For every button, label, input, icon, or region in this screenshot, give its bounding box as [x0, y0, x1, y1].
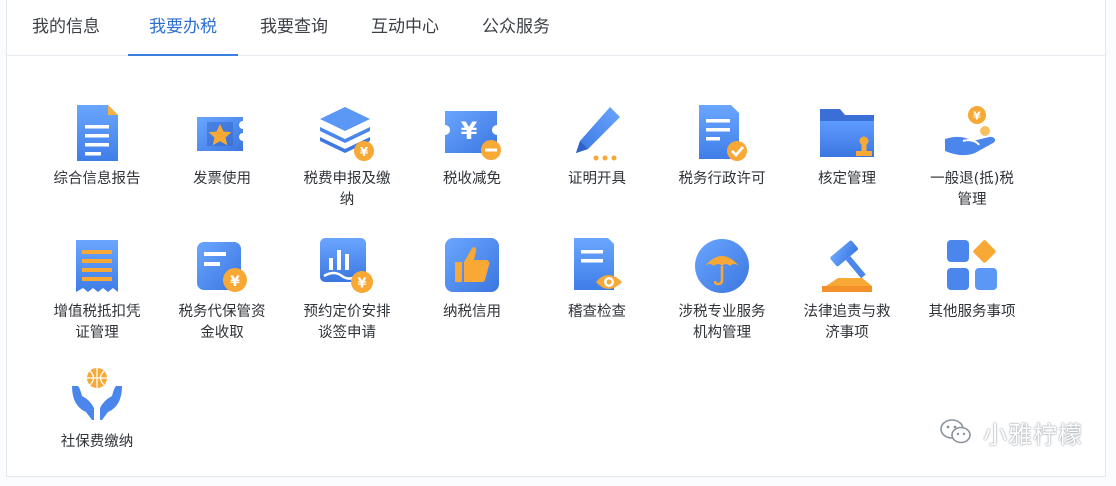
- svg-text:¥: ¥: [230, 274, 240, 290]
- service-tile-tax-credit[interactable]: 纳税信用: [412, 236, 532, 356]
- service-label: 发票使用: [193, 171, 251, 187]
- service-tile-certificate-issue[interactable]: 证明开具: [537, 103, 657, 223]
- svg-text:¥: ¥: [360, 145, 369, 159]
- service-tile-comprehensive-report[interactable]: 综合信息报告: [37, 103, 157, 223]
- service-tile-legal-remedy[interactable]: 法律追责与救济事项: [787, 236, 907, 356]
- service-label: 核定管理: [818, 171, 876, 187]
- wechat-icon: [939, 417, 973, 447]
- service-label: 税务行政许可: [678, 171, 766, 187]
- service-tile-vat-voucher[interactable]: 增值税抵扣凭证管理: [37, 236, 157, 356]
- service-tile-audit-inspection[interactable]: 稽查检查: [537, 236, 657, 356]
- tab-interaction-center[interactable]: 互动中心: [366, 0, 444, 55]
- service-tile-advance-pricing[interactable]: ¥ 预约定价安排谈签申请: [287, 236, 407, 356]
- service-label: 纳税信用: [443, 304, 501, 320]
- gavel-icon: [818, 236, 876, 296]
- stacked-layers-yen-icon: ¥: [318, 103, 376, 163]
- service-tile-invoice-use[interactable]: 发票使用: [162, 103, 282, 223]
- umbrella-icon: [693, 236, 751, 296]
- service-label: 稽查检查: [568, 304, 626, 320]
- yen-ticket-minus-icon: ¥: [443, 103, 501, 163]
- service-label: 证明开具: [568, 171, 626, 187]
- service-label: 涉税专业服务机构管理: [678, 304, 766, 341]
- service-tile-tax-refund[interactable]: ¥ 一般退(抵)税管理: [912, 103, 1032, 223]
- service-label: 增值税抵扣凭证管理: [53, 304, 141, 341]
- tab-my-info[interactable]: 我的信息: [27, 0, 105, 55]
- service-tile-tax-reduction[interactable]: ¥ 税收减免: [412, 103, 532, 223]
- service-label: 一般退(抵)税管理: [930, 171, 1014, 208]
- service-label: 税务代保管资金收取: [178, 304, 266, 341]
- hand-coin-icon: ¥: [943, 103, 1001, 163]
- card-yen-icon: ¥: [193, 236, 251, 296]
- service-label: 其他服务事项: [928, 304, 1016, 320]
- service-tile-social-insurance[interactable]: 社保费缴纳: [37, 366, 157, 486]
- service-label: 综合信息报告: [53, 171, 141, 187]
- service-label: 预约定价安排谈签申请: [303, 304, 391, 341]
- service-label: 税收减免: [443, 171, 501, 187]
- pen-icon: [568, 103, 626, 163]
- service-label: 法律追责与救济事项: [803, 304, 891, 341]
- tax-service-panel: 我的信息 我要办税 我要查询 互动中心 公众服务 综合信息报告 发票使用 ¥ 税…: [6, 0, 1106, 477]
- service-tile-professional-agencies[interactable]: 涉税专业服务机构管理: [662, 236, 782, 356]
- service-tile-declaration-payment[interactable]: ¥ 税费申报及缴纳: [287, 103, 407, 223]
- svg-text:¥: ¥: [973, 110, 981, 123]
- tab-query[interactable]: 我要查询: [255, 0, 333, 55]
- invoice-star-icon: [193, 103, 251, 163]
- tab-public-service[interactable]: 公众服务: [477, 0, 555, 55]
- service-tile-other-services[interactable]: 其他服务事项: [912, 236, 1032, 356]
- grid-apps-icon: [943, 236, 1001, 296]
- document-check-icon: [693, 103, 751, 163]
- service-label: 社保费缴纳: [60, 434, 134, 450]
- tab-handle-tax[interactable]: 我要办税: [128, 0, 238, 56]
- service-tile-assessment[interactable]: 核定管理: [787, 103, 907, 223]
- chart-yen-icon: ¥: [318, 236, 376, 296]
- service-tile-administrative-license[interactable]: 税务行政许可: [662, 103, 782, 223]
- folder-stamp-icon: [818, 103, 876, 163]
- thumbs-up-icon: [443, 236, 501, 296]
- document-report-icon: [68, 103, 126, 163]
- watermark: 小雅柠檬: [939, 412, 1083, 452]
- tab-bar: 我的信息 我要办税 我要查询 互动中心 公众服务: [7, 0, 1105, 56]
- svg-text:¥: ¥: [357, 277, 366, 292]
- service-label: 税费申报及缴纳: [303, 171, 391, 208]
- watermark-text: 小雅柠檬: [983, 420, 1083, 449]
- svg-text:¥: ¥: [461, 117, 478, 145]
- document-eye-icon: [568, 236, 626, 296]
- hands-globe-icon: [68, 366, 126, 426]
- receipt-icon: [68, 236, 126, 296]
- service-tile-custody-funds[interactable]: ¥ 税务代保管资金收取: [162, 236, 282, 356]
